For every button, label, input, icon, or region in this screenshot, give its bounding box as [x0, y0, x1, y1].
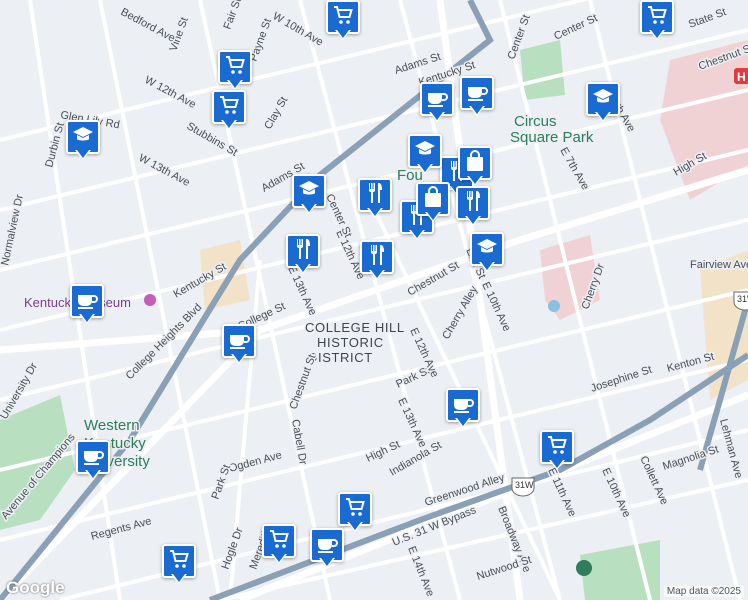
park-label-2: Square Park: [510, 129, 594, 146]
park-area: [520, 40, 565, 100]
route-shield-2: 31W: [511, 477, 535, 497]
school-icon: [475, 235, 499, 264]
shopping-cart-icon: [223, 53, 247, 82]
museum-icon: [144, 294, 156, 306]
restaurant-icon: [291, 237, 315, 266]
school-marker[interactable]: [292, 174, 326, 218]
restaurant-marker[interactable]: [360, 240, 394, 284]
university-label-1: Western: [84, 417, 140, 434]
shopping-cart-marker[interactable]: [540, 430, 574, 474]
school-icon: [591, 85, 615, 114]
cafe-icon: [81, 443, 105, 472]
shopping-bag-marker[interactable]: [458, 146, 492, 190]
cafe-marker[interactable]: [76, 440, 110, 484]
school-icon: [297, 177, 321, 206]
shopping-cart-marker[interactable]: [262, 524, 296, 568]
cafe-icon: [315, 531, 339, 560]
shopping-cart-icon: [343, 495, 367, 524]
restaurant-marker[interactable]: [286, 234, 320, 278]
cafe-marker[interactable]: [222, 324, 256, 368]
shopping-cart-icon: [217, 93, 241, 122]
cafe-marker[interactable]: [420, 82, 454, 126]
school-marker[interactable]: [586, 82, 620, 126]
shopping-cart-marker[interactable]: [212, 90, 246, 134]
shopping-bag-icon: [421, 185, 445, 214]
shopping-cart-marker[interactable]: [326, 0, 360, 44]
svg-text:31W: 31W: [737, 294, 748, 304]
cafe-marker[interactable]: [446, 388, 480, 432]
shopping-cart-icon: [545, 433, 569, 462]
svg-text:31W: 31W: [515, 480, 534, 490]
park-tree-icon: [576, 560, 592, 576]
shopping-cart-icon: [331, 3, 355, 32]
hospital-icon: H: [734, 68, 748, 84]
shopping-cart-marker[interactable]: [640, 0, 674, 44]
svg-text:H: H: [737, 70, 746, 84]
cafe-icon: [465, 79, 489, 108]
school-icon: [413, 137, 437, 166]
pond-icon: [548, 300, 560, 312]
map-attribution[interactable]: Map data ©2025: [663, 586, 744, 597]
shopping-bag-icon: [463, 149, 487, 178]
school-marker[interactable]: [408, 134, 442, 178]
shopping-cart-icon: [267, 527, 291, 556]
shopping-bag-marker[interactable]: [416, 182, 450, 226]
shopping-cart-marker[interactable]: [218, 50, 252, 94]
cafe-icon: [75, 287, 99, 316]
school-marker[interactable]: [470, 232, 504, 276]
restaurant-icon: [461, 189, 485, 218]
restaurant-icon: [365, 243, 389, 272]
restaurant-icon: [363, 181, 387, 210]
cafe-marker[interactable]: [310, 528, 344, 572]
cafe-marker[interactable]: [460, 76, 494, 120]
shopping-cart-icon: [167, 547, 191, 576]
district-label-2: HISTORIC: [317, 335, 384, 350]
cafe-marker[interactable]: [70, 284, 104, 328]
map-base: COLLEGE HILL HISTORIC DISTRICT Circus Sq…: [0, 0, 748, 600]
restaurant-marker[interactable]: [456, 186, 490, 230]
school-marker[interactable]: [66, 120, 100, 164]
shopping-cart-icon: [645, 3, 669, 32]
cafe-icon: [227, 327, 251, 356]
restaurant-marker[interactable]: [358, 178, 392, 222]
google-logo: Google: [6, 578, 65, 597]
cafe-icon: [425, 85, 449, 114]
school-icon: [71, 123, 95, 152]
district-label-1: COLLEGE HILL: [305, 320, 405, 335]
route-shield-1: 31W: [733, 291, 748, 311]
svg-text:Fairview Ave: Fairview Ave: [690, 259, 748, 271]
park-label-1: Circus: [514, 113, 557, 130]
map-canvas[interactable]: COLLEGE HILL HISTORIC DISTRICT Circus Sq…: [0, 0, 748, 600]
shopping-cart-marker[interactable]: [162, 544, 196, 588]
cafe-icon: [451, 391, 475, 420]
